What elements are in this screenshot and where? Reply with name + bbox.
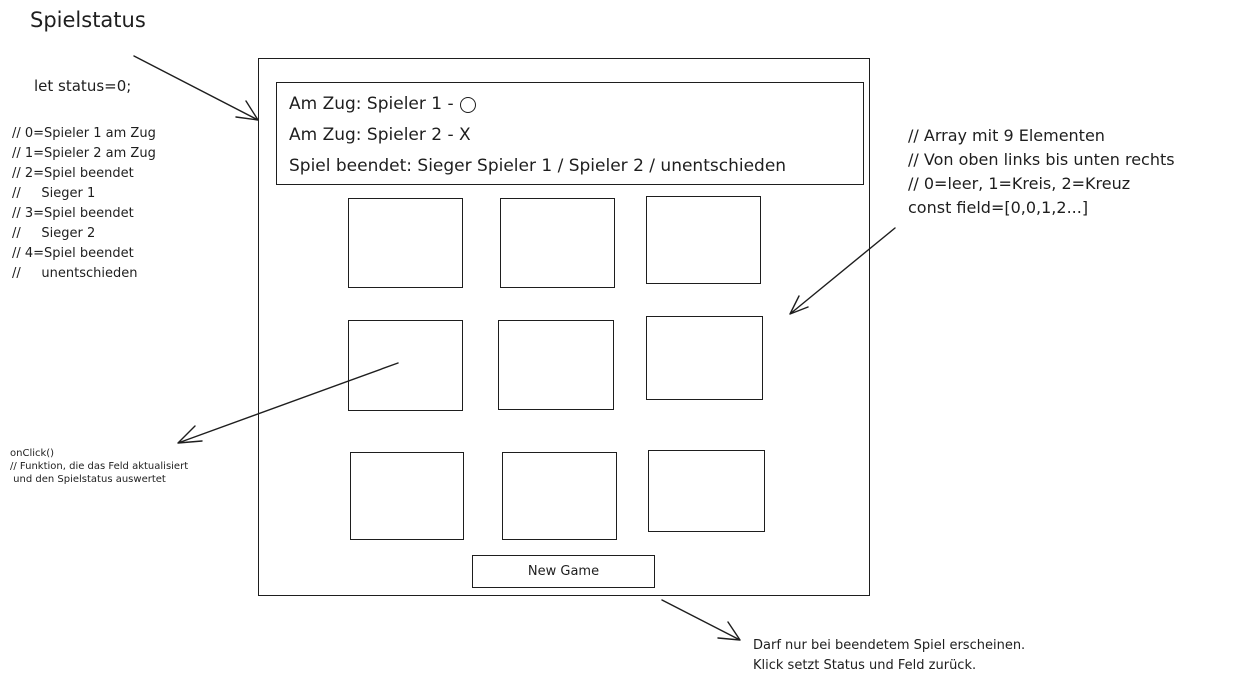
arrow-button-to-note	[661, 599, 741, 641]
arrow-status-to-box	[133, 55, 259, 121]
arrow-cell-to-onclick	[177, 362, 399, 444]
annotation-arrows	[133, 55, 896, 641]
arrow-note-to-board	[789, 227, 896, 315]
